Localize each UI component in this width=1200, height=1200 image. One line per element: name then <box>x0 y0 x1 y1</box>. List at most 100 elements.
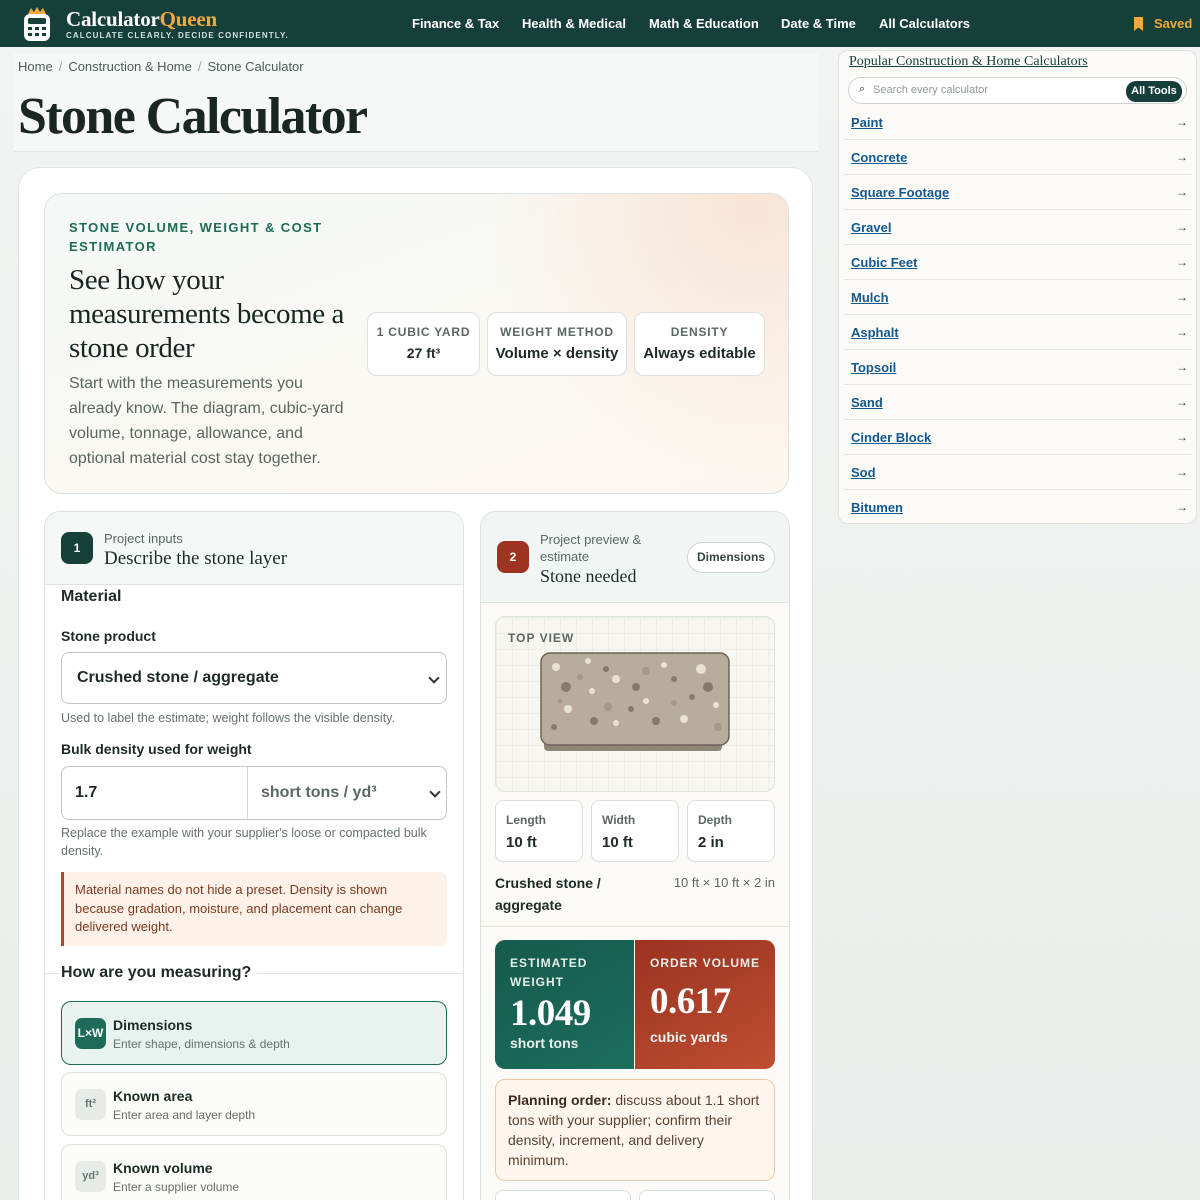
all-tools-button[interactable]: All Tools <box>1126 81 1182 102</box>
step-2-badge: 2 <box>497 541 529 573</box>
nav-math-education[interactable]: Math & Education <box>649 16 759 31</box>
material-heading: Material <box>61 588 122 605</box>
bookmark-icon <box>1134 17 1143 31</box>
breadcrumb-current: Stone Calculator <box>207 59 304 74</box>
arrow-right-icon: → <box>1176 220 1188 234</box>
mode-subtitle: Enter a supplier volume <box>113 1180 240 1194</box>
sidebar-item-sand[interactable]: Sand → <box>844 385 1192 420</box>
mode-dimensions-option[interactable]: L×W Dimensions Enter shape, dimensions &… <box>61 1001 447 1065</box>
breadcrumb: Home / Construction & Home / Stone Calculato… <box>18 59 304 74</box>
hero-eyebrow: STONE VOLUME, WEIGHT & COST ESTIMATOR <box>69 220 323 254</box>
result-card-partial <box>639 1190 775 1200</box>
stat-density: DENSITY Always editable <box>634 312 765 376</box>
calculator-card: STONE VOLUME, WEIGHT & COST ESTIMATOR Se… <box>18 167 813 1200</box>
volume-label: ORDER VOLUME <box>650 956 761 970</box>
sidebar-item-asphalt[interactable]: Asphalt → <box>844 315 1192 350</box>
hero-title: See how your measurements become a stone… <box>69 264 345 364</box>
arrow-right-icon: → <box>1176 185 1188 199</box>
weight-label: ESTIMATED WEIGHT <box>510 956 588 989</box>
arrow-right-icon: → <box>1176 395 1188 409</box>
mode-known-volume-option[interactable]: yd³ Known volume Enter a supplier volume <box>61 1144 447 1200</box>
mode-subtitle: Enter shape, dimensions & depth <box>113 1037 290 1051</box>
inputs-kicker: Project inputs <box>104 531 183 546</box>
volume-unit: cubic yards <box>650 1029 728 1045</box>
density-unit-select[interactable]: short tons / yd³ <box>247 767 447 819</box>
preview-title: Stone needed <box>540 566 637 586</box>
arrow-right-icon: → <box>1176 115 1188 129</box>
sidebar-item-paint[interactable]: Paint → <box>844 105 1192 140</box>
mode-title: Known area <box>113 1088 193 1104</box>
nav-all-calculators[interactable]: All Calculators <box>879 16 970 31</box>
top-view-preview: TOP VIEW <box>495 616 775 792</box>
stone-product-help: Used to label the estimate; weight follo… <box>61 711 395 725</box>
mode-title: Known volume <box>113 1160 213 1176</box>
preview-divider <box>481 926 789 927</box>
sidebar-item-cubic-feet[interactable]: Cubic Feet → <box>844 245 1192 280</box>
search-input[interactable]: Search every calculator <box>873 84 988 96</box>
order-volume-card: ORDER VOLUME 0.617 cubic yards <box>635 940 775 1069</box>
brand-name[interactable]: CalculatorQueen <box>66 7 217 32</box>
density-help: Replace the example with your supplier's… <box>61 826 427 858</box>
arrow-right-icon: → <box>1176 430 1188 444</box>
width-value-box: Width 10 ft <box>591 800 679 862</box>
arrow-right-icon: → <box>1176 290 1188 304</box>
project-preview-panel: 2 Project preview & estimate Stone neede… <box>480 511 790 1200</box>
search-icon: ⌕ <box>859 83 866 95</box>
cubic-yards-icon: yd³ <box>75 1161 106 1192</box>
sidebar-item-cinder-block[interactable]: Cinder Block → <box>844 420 1192 455</box>
arrow-right-icon: → <box>1176 360 1188 374</box>
mode-pill: Dimensions <box>686 542 775 573</box>
depth-value-box: Depth 2 in <box>687 800 775 862</box>
square-feet-icon: ft² <box>75 1089 106 1120</box>
density-input[interactable]: 1.7 <box>75 784 97 802</box>
arrow-right-icon: → <box>1176 255 1188 269</box>
stone-slab-illustration <box>540 652 730 751</box>
sidebar-item-gravel[interactable]: Gravel → <box>844 210 1192 245</box>
hero-section: STONE VOLUME, WEIGHT & COST ESTIMATOR Se… <box>44 193 789 494</box>
breadcrumb-home[interactable]: Home <box>18 59 53 74</box>
weight-unit: short tons <box>510 1035 579 1051</box>
nav-health-medical[interactable]: Health & Medical <box>522 16 626 31</box>
chevron-down-icon <box>429 786 441 798</box>
planning-order-note: Planning order: discuss about 1.1 short … <box>495 1079 775 1181</box>
page-title: Stone Calculator <box>18 88 368 145</box>
brand-tagline: CALCULATE CLEARLY. DECIDE CONFIDENTLY. <box>66 31 289 40</box>
volume-value: 0.617 <box>650 981 731 1022</box>
calculator-crown-logo-icon[interactable] <box>22 6 52 42</box>
nav-date-time[interactable]: Date & Time <box>781 16 856 31</box>
saved-button[interactable]: Saved <box>1133 16 1192 31</box>
arrow-right-icon: → <box>1176 465 1188 479</box>
mode-known-area-option[interactable]: ft² Known area Enter area and layer dept… <box>61 1072 447 1136</box>
stone-product-select[interactable]: Crushed stone / aggregate <box>61 652 447 704</box>
sidebar-item-sod[interactable]: Sod → <box>844 455 1192 490</box>
inputs-title: Describe the stone layer <box>104 548 288 569</box>
measuring-heading: How are you measuring? <box>61 964 258 982</box>
sidebar-item-concrete[interactable]: Concrete → <box>844 140 1192 175</box>
arrow-right-icon: → <box>1176 325 1188 339</box>
inputs-panel-header: 1 Project inputs Describe the stone laye… <box>45 512 463 585</box>
density-input-group: 1.7 short tons / yd³ <box>61 766 447 820</box>
density-notice: Material names do not hide a preset. Den… <box>61 872 447 946</box>
page-header: Home / Construction & Home / Stone Calculato… <box>14 53 818 152</box>
mode-title: Dimensions <box>113 1017 193 1033</box>
popular-calculators-sidebar: Popular Construction & Home Calculators … <box>838 50 1197 524</box>
preview-panel-header: 2 Project preview & estimate Stone neede… <box>481 512 789 603</box>
sidebar-item-topsoil[interactable]: Topsoil → <box>844 350 1192 385</box>
nav-finance-tax[interactable]: Finance & Tax <box>412 16 499 31</box>
stat-cubic-yard: 1 CUBIC YARD 27 ft³ <box>367 312 480 376</box>
arrow-right-icon: → <box>1176 150 1188 164</box>
sidebar-title[interactable]: Popular Construction & Home Calculators <box>849 54 1088 70</box>
mode-subtitle: Enter area and layer depth <box>113 1108 256 1122</box>
estimated-weight-card: ESTIMATED WEIGHT 1.049 short tons <box>495 940 634 1069</box>
top-navigation-bar: CalculatorQueen CALCULATE CLEARLY. DECID… <box>0 0 1200 47</box>
breadcrumb-construction-home[interactable]: Construction & Home <box>68 59 192 74</box>
hero-description: Start with the measurements you already … <box>69 375 344 467</box>
sidebar-search: ⌕ Search every calculator All Tools <box>848 77 1187 104</box>
stone-product-label: Stone product <box>61 628 156 644</box>
sidebar-item-square-footage[interactable]: Square Footage → <box>844 175 1192 210</box>
preview-kicker: Project preview & estimate <box>540 532 642 564</box>
sidebar-item-bitumen[interactable]: Bitumen → <box>844 490 1192 523</box>
arrow-right-icon: → <box>1176 500 1188 514</box>
product-dimensions: 10 ft × 10 ft × 2 in <box>673 875 775 890</box>
sidebar-item-mulch[interactable]: Mulch → <box>844 280 1192 315</box>
